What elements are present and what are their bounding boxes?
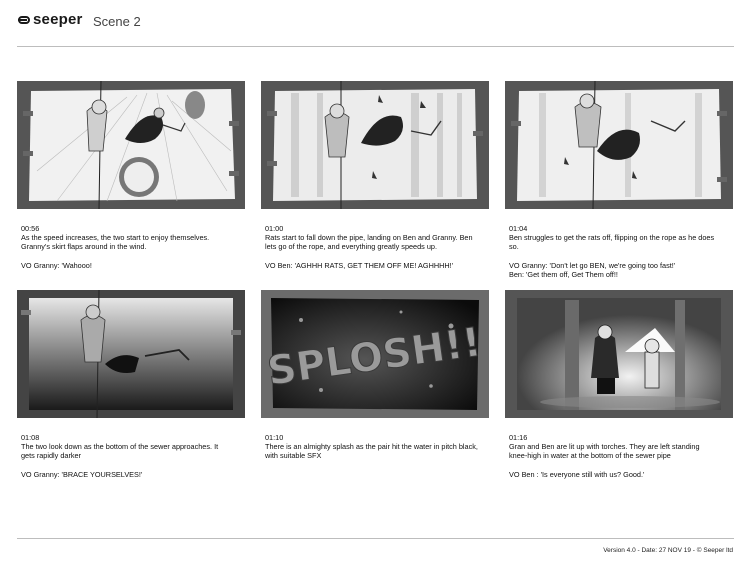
timecode: 01:04 <box>509 224 528 233</box>
description-line: so. <box>509 242 519 252</box>
frame-1-sketch <box>17 81 245 209</box>
frame-2-sketch <box>261 81 489 209</box>
scene-title: Scene 2 <box>93 14 141 29</box>
storyboard-frame-3 <box>505 81 733 209</box>
description-line: with suitable SFX <box>265 451 322 461</box>
timecode: 00:56 <box>21 224 40 233</box>
description-line: As the speed increases, the two start to… <box>21 233 210 243</box>
description-line: There is an almighty splash as the pair … <box>265 442 478 452</box>
storyboard-frame-1 <box>17 81 245 209</box>
footer-divider <box>17 538 734 539</box>
storyboard-frame-2 <box>261 81 489 209</box>
timecode: 01:00 <box>265 224 284 233</box>
frame-3-sketch <box>505 81 733 209</box>
panel-caption-2: 01:00 Rats start to fall down the pipe, … <box>265 224 497 270</box>
logo-text: seeper <box>33 11 83 28</box>
timecode: 01:08 <box>21 433 40 442</box>
description-line: knee-high in water at the bottom of the … <box>509 451 671 461</box>
description-line: The two look down as the bottom of the s… <box>21 442 219 452</box>
panel-caption-6: 01:16 Gran and Ben are lit up with torch… <box>509 433 741 479</box>
description-line: Gran and Ben are lit up with torches. Th… <box>509 442 700 452</box>
voiceover-line: VO Ben: 'AGHHH RATS, GET THEM OFF ME! AG… <box>265 260 454 270</box>
timecode: 01:10 <box>265 433 284 442</box>
storyboard-frame-6 <box>505 290 733 418</box>
panel-caption-4: 01:08 The two look down as the bottom of… <box>21 433 253 479</box>
voiceover-line: VO Granny: 'Don't let go BEN, we're goin… <box>509 260 676 270</box>
frame-6-sketch <box>505 290 733 418</box>
storyboard-frame-4 <box>17 290 245 418</box>
description-line: gets rapidly darker <box>21 451 82 461</box>
panel-caption-1: 00:56 As the speed increases, the two st… <box>21 224 253 270</box>
footer-version: Version 4.0 - Date: 27 NOV 19 - © Seeper… <box>603 547 733 554</box>
description-line: Granny's skirt flaps around in the wind. <box>21 242 147 252</box>
frame-5-sketch: SPLOSH!! <box>261 290 489 418</box>
description-line: Rats start to fall down the pipe, landin… <box>265 233 473 243</box>
storyboard-frame-5: SPLOSH!! <box>261 290 489 418</box>
panel-caption-3: 01:04 Ben struggles to get the rats off,… <box>509 224 741 279</box>
voiceover-line: VO Ben : 'Is everyone still with us? Goo… <box>509 469 645 479</box>
frame-4-sketch <box>17 290 245 418</box>
voiceover-line: Ben: 'Get them off, Get Them off!! <box>509 270 618 279</box>
timecode: 01:16 <box>509 433 528 442</box>
panel-caption-5: 01:10 There is an almighty splash as the… <box>265 433 497 461</box>
page-header: seeper Scene 2 <box>0 0 750 46</box>
seeper-logo: seeper <box>18 11 83 28</box>
voiceover-line: VO Granny: 'BRACE YOURSELVES!' <box>21 469 143 479</box>
seeper-logo-icon <box>18 15 32 25</box>
description-line: lets go of the rope, and everything grea… <box>265 242 437 252</box>
voiceover-line: VO Granny: 'Wahooo! <box>21 260 92 270</box>
description-line: Ben struggles to get the rats off, flipp… <box>509 233 715 243</box>
header-divider <box>17 46 734 47</box>
